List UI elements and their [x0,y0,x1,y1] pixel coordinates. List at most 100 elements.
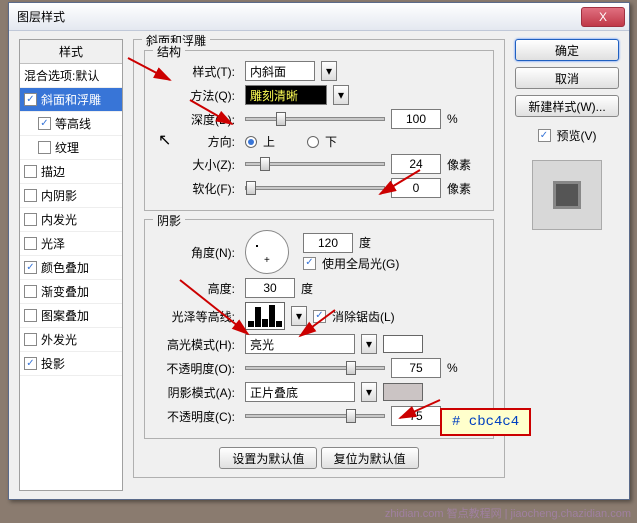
direction-label: 方向: [155,133,239,150]
style-label: 内发光 [41,211,77,228]
style-checkbox[interactable] [38,141,51,154]
style-label: 等高线 [55,115,91,132]
shadow-mode-combo[interactable]: 正片叠底 [245,382,355,402]
depth-input[interactable]: 100 [391,109,441,129]
styles-list: 样式 混合选项:默认 斜面和浮雕等高线纹理描边内阴影内发光光泽颜色叠加渐变叠加图… [19,39,123,491]
size-unit: 像素 [447,156,477,173]
angle-input[interactable]: 120 [303,233,353,253]
chevron-down-icon[interactable]: ▾ [321,61,337,81]
style-checkbox[interactable] [24,261,37,274]
highlight-mode-label: 高光模式(H): [155,336,239,353]
angle-widget[interactable] [245,230,289,274]
antialias-label: 消除锯齿(L) [332,308,395,325]
style-row-8[interactable]: 渐变叠加 [20,280,122,304]
depth-slider[interactable] [245,117,385,121]
altitude-input[interactable]: 30 [245,278,295,298]
depth-label: 深度(D): [155,111,239,128]
chevron-down-icon[interactable]: ▾ [333,85,349,105]
opacity1-label: 不透明度(O): [155,360,239,377]
style-label: 光泽 [41,235,65,252]
angle-unit: 度 [359,234,371,251]
ok-button[interactable]: 确定 [515,39,619,61]
style-label: 斜面和浮雕 [41,91,101,108]
soften-input[interactable]: 0 [391,178,441,198]
technique-combo[interactable]: 雕刻清晰 [245,85,327,105]
preview-label: 预览(V) [557,127,597,144]
style-label: 描边 [41,163,65,180]
shading-fieldset: 阴影 角度(N): 120 度 使用全局光(G) [144,219,494,439]
style-label: 投影 [41,355,65,372]
layer-style-dialog: 图层样式 X 样式 混合选项:默认 斜面和浮雕等高线纹理描边内阴影内发光光泽颜色… [8,2,630,500]
style-label: 内阴影 [41,187,77,204]
size-label: 大小(Z): [155,156,239,173]
close-button[interactable]: X [581,7,625,27]
style-row-6[interactable]: 光泽 [20,232,122,256]
highlight-color-swatch[interactable] [383,335,423,353]
set-default-button[interactable]: 设置为默认值 [219,447,317,469]
cancel-button[interactable]: 取消 [515,67,619,89]
style-row-5[interactable]: 内发光 [20,208,122,232]
titlebar[interactable]: 图层样式 X [9,3,629,31]
angle-label: 角度(N): [155,244,239,261]
style-checkbox[interactable] [24,189,37,202]
style-checkbox[interactable] [24,309,37,322]
color-callout: # cbc4c4 [440,408,531,436]
style-row-3[interactable]: 描边 [20,160,122,184]
highlight-mode-combo[interactable]: 亮光 [245,334,355,354]
chevron-down-icon[interactable]: ▾ [361,382,377,402]
opacity1-input[interactable]: 75 [391,358,441,378]
gloss-contour-picker[interactable] [245,302,285,330]
altitude-label: 高度: [155,280,239,297]
preview-checkbox[interactable] [538,129,551,142]
style-checkbox[interactable] [24,333,37,346]
blend-options-row[interactable]: 混合选项:默认 [20,64,122,88]
style-label: 样式(T): [155,63,239,80]
technique-label: 方法(Q): [155,87,239,104]
styles-header: 样式 [20,40,122,64]
global-light-checkbox[interactable] [303,257,316,270]
style-combo[interactable]: 内斜面 [245,61,315,81]
chevron-down-icon[interactable]: ▾ [291,306,307,326]
altitude-unit: 度 [301,280,313,297]
direction-up-radio[interactable] [245,136,257,148]
shading-legend: 阴影 [153,212,185,229]
preview-thumbnail [532,160,602,230]
style-label: 渐变叠加 [41,283,89,300]
style-row-10[interactable]: 外发光 [20,328,122,352]
structure-legend: 结构 [153,43,185,60]
dialog-title: 图层样式 [13,8,581,25]
reset-default-button[interactable]: 复位为默认值 [321,447,419,469]
style-checkbox[interactable] [24,213,37,226]
style-checkbox[interactable] [24,285,37,298]
soften-unit: 像素 [447,180,477,197]
style-row-7[interactable]: 颜色叠加 [20,256,122,280]
style-row-9[interactable]: 图案叠加 [20,304,122,328]
style-row-0[interactable]: 斜面和浮雕 [20,88,122,112]
opacity2-slider[interactable] [245,414,385,418]
new-style-button[interactable]: 新建样式(W)... [515,95,619,117]
style-checkbox[interactable] [38,117,51,130]
soften-label: 软化(F): [155,180,239,197]
size-input[interactable]: 24 [391,154,441,174]
watermark: zhidian.com 智点教程网 | jiaocheng.chazidian.… [385,505,631,521]
style-label: 颜色叠加 [41,259,89,276]
style-checkbox[interactable] [24,165,37,178]
chevron-down-icon[interactable]: ▾ [361,334,377,354]
style-row-2[interactable]: 纹理 [20,136,122,160]
size-slider[interactable] [245,162,385,166]
style-label: 纹理 [55,139,79,156]
global-light-label: 使用全局光(G) [322,255,399,272]
shadow-color-swatch[interactable] [383,383,423,401]
style-checkbox[interactable] [24,237,37,250]
opacity2-input[interactable]: 75 [391,406,441,426]
antialias-checkbox[interactable] [313,310,326,323]
direction-down-radio[interactable] [307,136,319,148]
style-checkbox[interactable] [24,93,37,106]
style-checkbox[interactable] [24,357,37,370]
structure-fieldset: 结构 样式(T): 内斜面 ▾ 方法(Q): 雕刻清晰 ▾ 深度(D): [144,50,494,211]
style-row-4[interactable]: 内阴影 [20,184,122,208]
opacity1-slider[interactable] [245,366,385,370]
style-row-1[interactable]: 等高线 [20,112,122,136]
soften-slider[interactable] [245,186,385,190]
style-row-11[interactable]: 投影 [20,352,122,376]
